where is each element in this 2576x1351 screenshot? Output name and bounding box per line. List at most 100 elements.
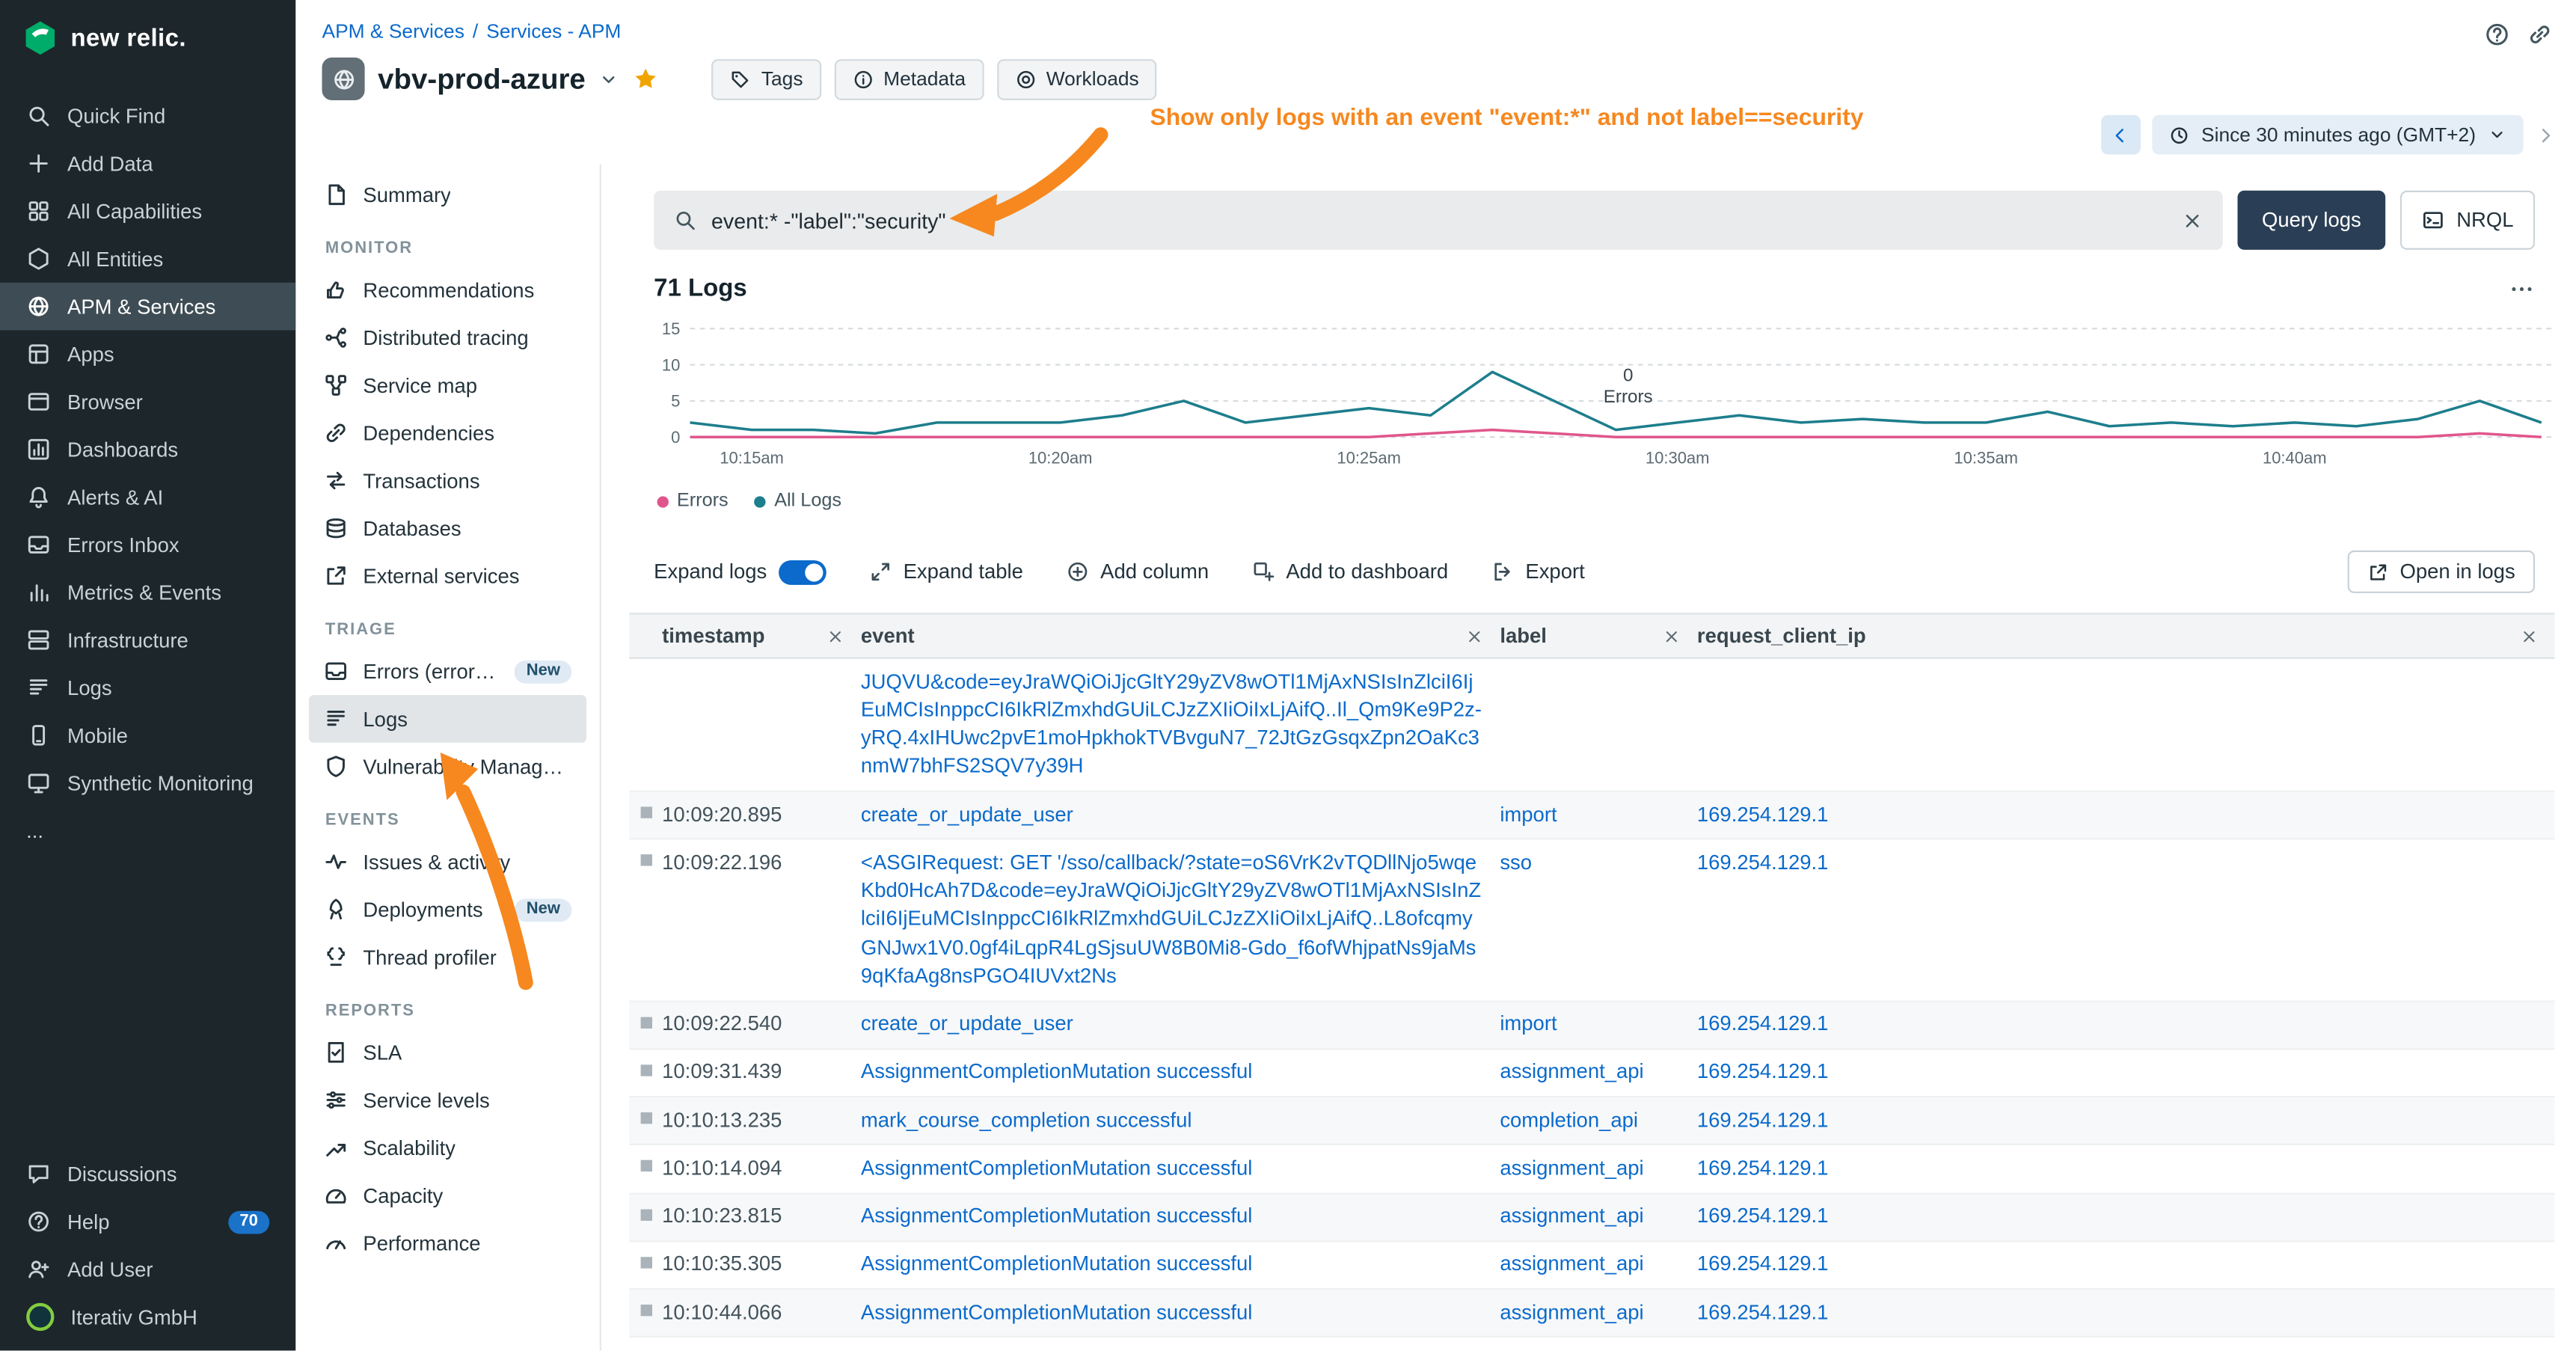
expand-table-button[interactable]: Expand table [868,560,1022,583]
metadata-button[interactable]: Metadata [834,58,984,99]
table-row[interactable]: 10:09:31.439AssignmentCompletionMutation… [629,1050,2554,1097]
entity-nav-item-dependencies[interactable]: Dependencies [309,409,586,457]
remove-column-icon[interactable] [2520,627,2538,645]
open-in-logs-button[interactable]: Open in logs [2347,551,2535,593]
sidebar-item-alerts-ai[interactable]: Alerts & AI [0,474,295,521]
event-link[interactable]: JUQVU&code=eyJraWQiOiJjcGltY29yZV8wOTl1M… [861,668,1483,782]
label-link[interactable]: import [1500,801,1557,830]
sidebar-item-all-capabilities[interactable]: All Capabilities [0,187,295,235]
breadcrumb-services-apm[interactable]: Services - APM [486,19,621,43]
table-row[interactable]: 10:10:13.235mark_course_completion succe… [629,1097,2554,1145]
label-link[interactable]: assignment_api [1500,1299,1643,1327]
event-link[interactable]: AssignmentCompletionMutation successful [861,1155,1252,1183]
legend-item-all-logs[interactable]: All Logs [755,491,841,511]
ip-link[interactable]: 169.254.129.1 [1697,1203,1829,1231]
label-link[interactable]: assignment_api [1500,1155,1643,1183]
row-select-box[interactable] [640,1016,651,1027]
sidebar-item-discussions[interactable]: Discussions [0,1150,295,1198]
tags-button[interactable]: Tags [712,58,821,99]
ip-link[interactable]: 169.254.129.1 [1697,1347,1829,1350]
entity-nav-item-service-map[interactable]: Service map [309,361,586,409]
sidebar-item-synthetic-monitoring[interactable]: Synthetic Monitoring [0,759,295,807]
event-link[interactable]: mark_course_completion successful [861,1347,1192,1350]
breadcrumb-apm-services[interactable]: APM & Services [322,19,464,43]
logs-query-input[interactable] [711,208,2167,233]
event-link[interactable]: create_or_update_user [861,1011,1073,1039]
legend-item-errors[interactable]: Errors [657,491,729,511]
sidebar-item-apps[interactable]: Apps [0,330,295,378]
label-link[interactable]: completion_api [1500,1106,1638,1135]
logs-query-bar[interactable] [654,191,2222,250]
time-forward-icon[interactable] [2535,124,2557,146]
sidebar-item-mobile[interactable]: Mobile [0,711,295,759]
remove-column-icon[interactable] [827,627,844,645]
table-row[interactable]: 10:09:20.895create_or_update_userimport1… [629,792,2554,840]
column-header-request-client-ip[interactable]: request_client_ip [1697,625,2555,648]
remove-column-icon[interactable] [1663,627,1681,645]
table-row[interactable]: 10:09:22.196<ASGIRequest: GET '/sso/call… [629,840,2554,1002]
expand-logs-toggle[interactable] [779,560,827,584]
table-row[interactable]: 10:10:14.094AssignmentCompletionMutation… [629,1145,2554,1193]
sidebar-item-logs[interactable]: Logs [0,664,295,711]
entity-nav-item-logs[interactable]: Logs [309,695,586,743]
remove-column-icon[interactable] [1465,627,1483,645]
entity-nav-item-recommendations[interactable]: Recommendations [309,266,586,314]
time-back-button[interactable] [2101,115,2141,155]
sidebar-item-quick-find[interactable]: Quick Find [0,92,295,140]
entity-nav-item-databases[interactable]: Databases [309,504,586,552]
table-row[interactable]: 10:10:44.066AssignmentCompletionMutation… [629,1290,2554,1338]
entity-switcher-chevron-icon[interactable] [598,68,620,90]
entity-nav-item-sla[interactable]: SLA [309,1029,586,1076]
sidebar-item-browser[interactable]: Browser [0,378,295,426]
add-to-dashboard-button[interactable]: Add to dashboard [1251,560,1448,583]
new-relic-logo[interactable]: new relic. [0,0,295,76]
entity-nav-item-errors-errors-inb[interactable]: Errors (errors inb...New [309,647,586,695]
export-button[interactable]: Export [1491,560,1585,583]
entity-nav-item-external-services[interactable]: External services [309,552,586,600]
column-header-event[interactable]: event [861,625,1500,648]
ip-link[interactable]: 169.254.129.1 [1697,1106,1829,1135]
ip-link[interactable]: 169.254.129.1 [1697,1011,1829,1039]
permalink-icon[interactable] [2527,22,2553,48]
entity-nav-item-performance[interactable]: Performance [309,1219,586,1267]
table-row[interactable]: 10:10:23.815AssignmentCompletionMutation… [629,1194,2554,1242]
row-select-box[interactable] [640,855,651,866]
entity-nav-item-distributed-tracing[interactable]: Distributed tracing [309,314,586,362]
row-select-box[interactable] [640,1064,651,1076]
sidebar-item-add-user[interactable]: Add User [0,1246,295,1293]
add-column-button[interactable]: Add column [1066,560,1209,583]
ip-link[interactable]: 169.254.129.1 [1697,1059,1829,1087]
entity-nav-item-vulnerability-management[interactable]: Vulnerability Management [309,743,586,791]
label-link[interactable]: assignment_api [1500,1203,1643,1231]
ip-link[interactable]: 169.254.129.1 [1697,801,1829,830]
row-select-box[interactable] [640,1112,651,1124]
sidebar-item-item[interactable]: ... [0,806,295,854]
entity-nav-item-scalability[interactable]: Scalability [309,1124,586,1171]
entity-nav-item-summary[interactable]: Summary [309,171,586,218]
sidebar-item-add-data[interactable]: Add Data [0,140,295,188]
sidebar-item-all-entities[interactable]: All Entities [0,235,295,283]
label-link[interactable]: assignment_api [1500,1059,1643,1087]
sidebar-item-metrics-events[interactable]: Metrics & Events [0,569,295,616]
sidebar-item-help[interactable]: Help70 [0,1198,295,1246]
time-picker[interactable]: Since 30 minutes ago (GMT+2) [2152,115,2524,155]
entity-nav-item-capacity[interactable]: Capacity [309,1171,586,1219]
event-link[interactable]: AssignmentCompletionMutation successful [861,1251,1252,1279]
entity-nav-item-issues-activity[interactable]: Issues & activity [309,838,586,886]
label-link[interactable]: assignment_api [1500,1251,1643,1279]
row-select-box[interactable] [640,1257,651,1268]
event-link[interactable]: create_or_update_user [861,801,1073,830]
query-logs-button[interactable]: Query logs [2237,191,2386,250]
label-link[interactable]: sso [1500,849,1532,877]
table-row[interactable]: 10:10:35.305AssignmentCompletionMutation… [629,1242,2554,1290]
event-link[interactable]: mark_course_completion successful [861,1106,1192,1135]
row-select-box[interactable] [640,806,651,818]
entity-nav-item-transactions[interactable]: Transactions [309,457,586,505]
sidebar-item-errors-inbox[interactable]: Errors Inbox [0,521,295,569]
event-link[interactable]: AssignmentCompletionMutation successful [861,1203,1252,1231]
sidebar-item-dashboards[interactable]: Dashboards [0,426,295,474]
ip-link[interactable]: 169.254.129.1 [1697,1251,1829,1279]
row-select-box[interactable] [640,1208,651,1219]
entity-nav-item-thread-profiler[interactable]: Thread profiler [309,934,586,981]
column-header-timestamp[interactable]: timestamp [662,625,861,648]
